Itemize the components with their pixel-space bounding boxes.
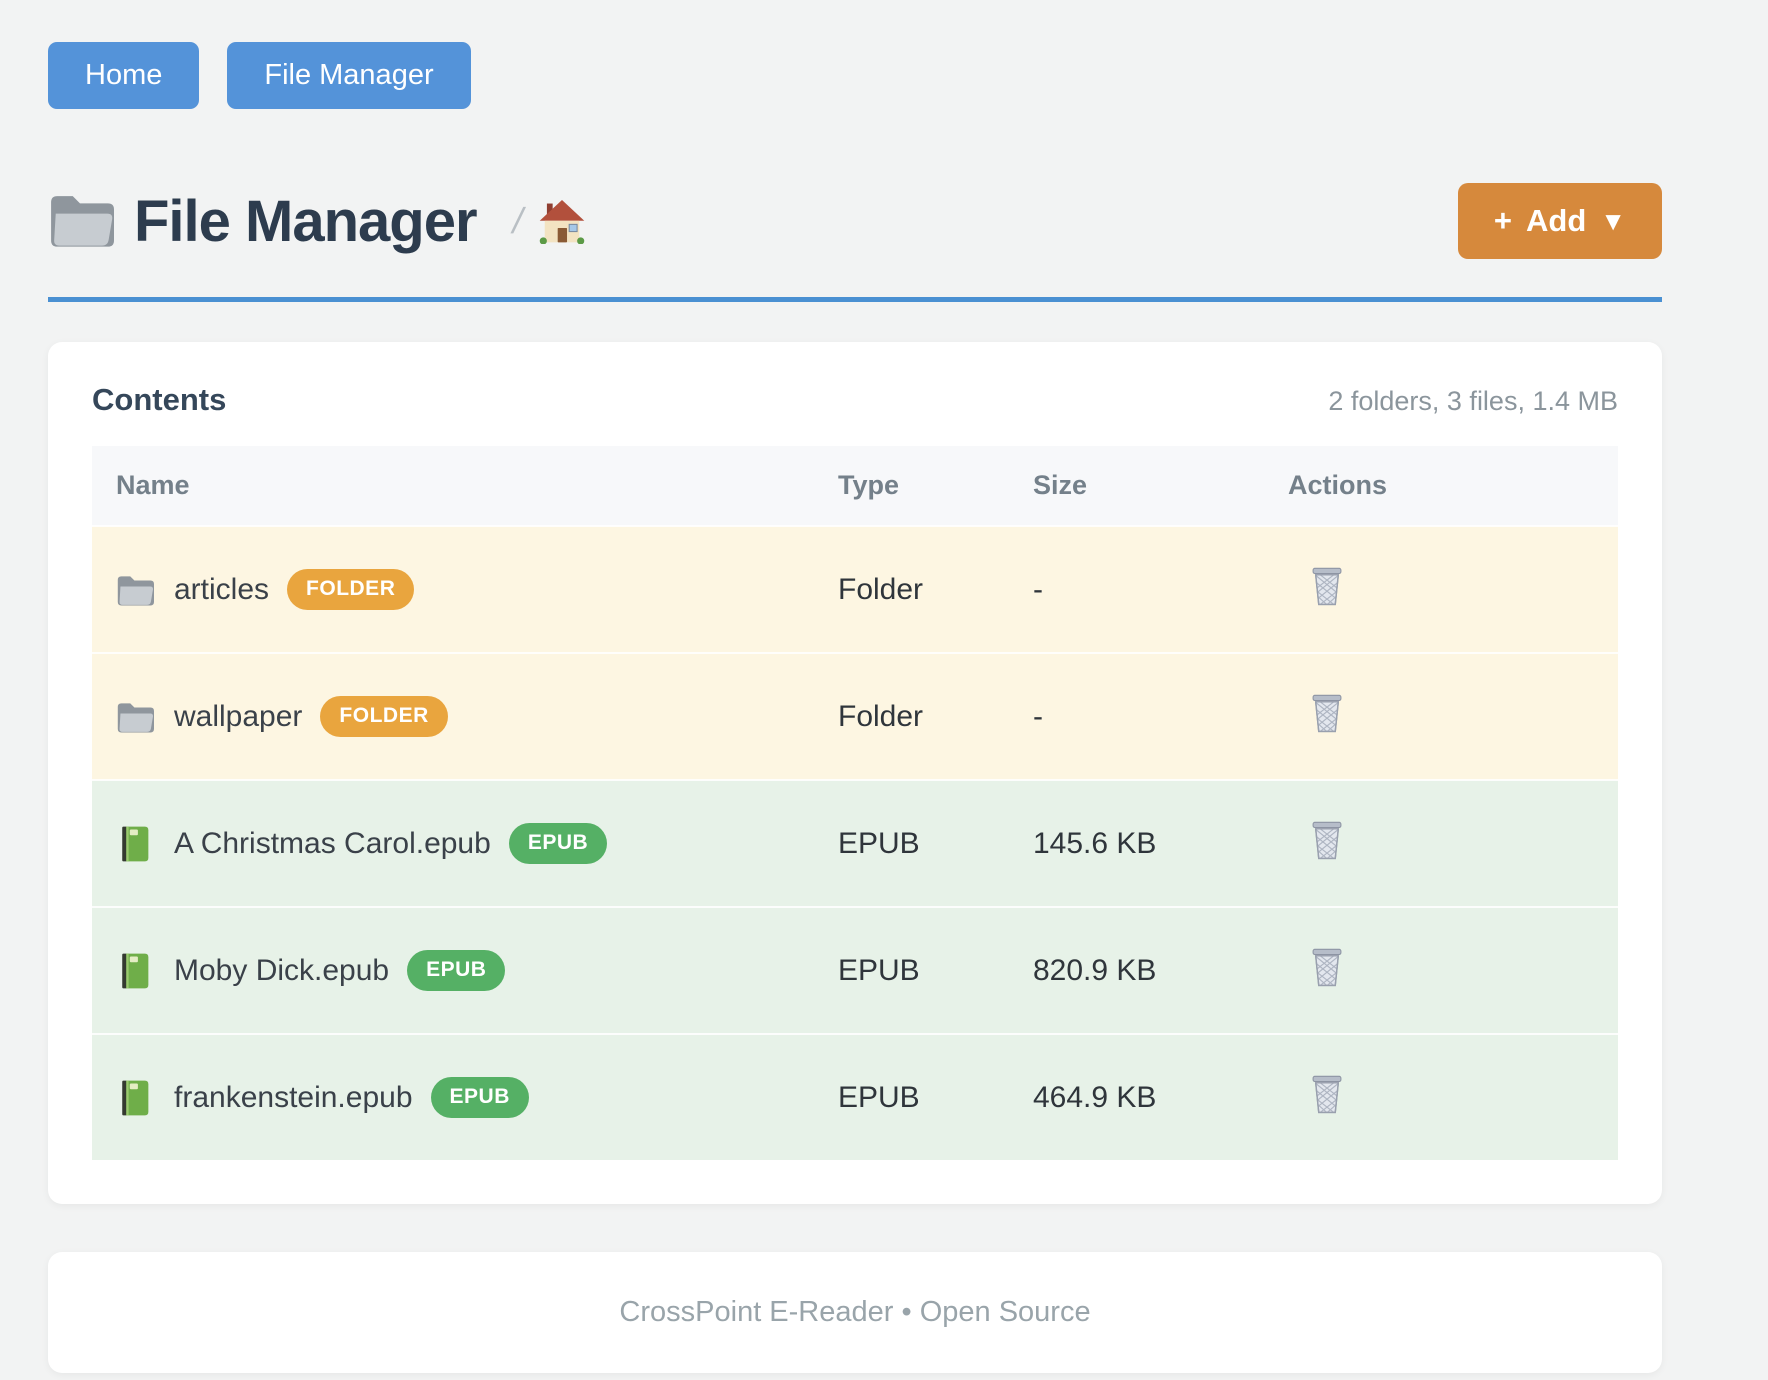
file-name[interactable]: articles: [174, 573, 269, 607]
caret-down-icon: ▼: [1600, 206, 1626, 237]
add-button-label: Add: [1526, 203, 1586, 239]
epub-badge: EPUB: [407, 950, 505, 991]
size-cell: 145.6 KB: [1033, 780, 1288, 907]
trash-icon: [1310, 948, 1344, 988]
table-row: frankenstein.epub EPUB EPUB 464.9 KB: [92, 1034, 1618, 1160]
nav-file-manager-button[interactable]: File Manager: [227, 42, 470, 109]
card-title: Contents: [92, 382, 226, 418]
footer-text: CrossPoint E-Reader • Open Source: [92, 1296, 1618, 1329]
breadcrumb-separator: /: [508, 200, 527, 242]
folder-icon: [116, 699, 154, 735]
plus-icon: +: [1494, 203, 1512, 239]
delete-button[interactable]: [1310, 1075, 1344, 1118]
column-header-type: Type: [838, 446, 1033, 526]
nav-home-button[interactable]: Home: [48, 42, 199, 109]
top-nav: Home File Manager: [48, 0, 1662, 109]
folder-badge: FOLDER: [287, 569, 414, 610]
page-container: Home File Manager File Manager / + Add ▼ C…: [48, 0, 1662, 1373]
delete-button[interactable]: [1310, 567, 1344, 610]
book-icon: [116, 826, 154, 862]
file-table: Name Type Size Actions articles FOLDER F…: [92, 446, 1618, 1160]
folder-icon: [116, 572, 154, 608]
title-divider: [48, 297, 1662, 302]
trash-icon: [1310, 694, 1344, 734]
size-cell: 464.9 KB: [1033, 1034, 1288, 1160]
size-cell: 820.9 KB: [1033, 907, 1288, 1034]
type-cell: EPUB: [838, 780, 1033, 907]
page-title: File Manager: [134, 188, 477, 255]
delete-button[interactable]: [1310, 821, 1344, 864]
epub-badge: EPUB: [509, 823, 607, 864]
table-row: Moby Dick.epub EPUB EPUB 820.9 KB: [92, 907, 1618, 1034]
contents-summary: 2 folders, 3 files, 1.4 MB: [1328, 386, 1618, 417]
page-header: File Manager / + Add ▼: [48, 183, 1662, 259]
book-icon: [116, 1080, 154, 1116]
size-cell: -: [1033, 526, 1288, 653]
trash-icon: [1310, 567, 1344, 607]
column-header-size: Size: [1033, 446, 1288, 526]
contents-card: Contents 2 folders, 3 files, 1.4 MB Name…: [48, 342, 1662, 1204]
footer-card: CrossPoint E-Reader • Open Source: [48, 1252, 1662, 1373]
type-cell: EPUB: [838, 1034, 1033, 1160]
add-button[interactable]: + Add ▼: [1458, 183, 1662, 259]
delete-button[interactable]: [1310, 694, 1344, 737]
column-header-actions: Actions: [1288, 446, 1618, 526]
table-row: A Christmas Carol.epub EPUB EPUB 145.6 K…: [92, 780, 1618, 907]
book-icon: [116, 953, 154, 989]
house-icon[interactable]: [539, 199, 585, 244]
file-name[interactable]: Moby Dick.epub: [174, 954, 389, 988]
file-name[interactable]: A Christmas Carol.epub: [174, 827, 491, 861]
folder-icon: [48, 193, 114, 249]
type-cell: Folder: [838, 653, 1033, 780]
file-name[interactable]: frankenstein.epub: [174, 1081, 413, 1115]
type-cell: EPUB: [838, 907, 1033, 1034]
table-row: wallpaper FOLDER Folder -: [92, 653, 1618, 780]
epub-badge: EPUB: [431, 1077, 529, 1118]
size-cell: -: [1033, 653, 1288, 780]
table-header-row: Name Type Size Actions: [92, 446, 1618, 526]
column-header-name: Name: [92, 446, 838, 526]
folder-badge: FOLDER: [320, 696, 447, 737]
type-cell: Folder: [838, 526, 1033, 653]
trash-icon: [1310, 821, 1344, 861]
file-name[interactable]: wallpaper: [174, 700, 302, 734]
table-row: articles FOLDER Folder -: [92, 526, 1618, 653]
delete-button[interactable]: [1310, 948, 1344, 991]
breadcrumb: /: [513, 199, 585, 244]
trash-icon: [1310, 1075, 1344, 1115]
